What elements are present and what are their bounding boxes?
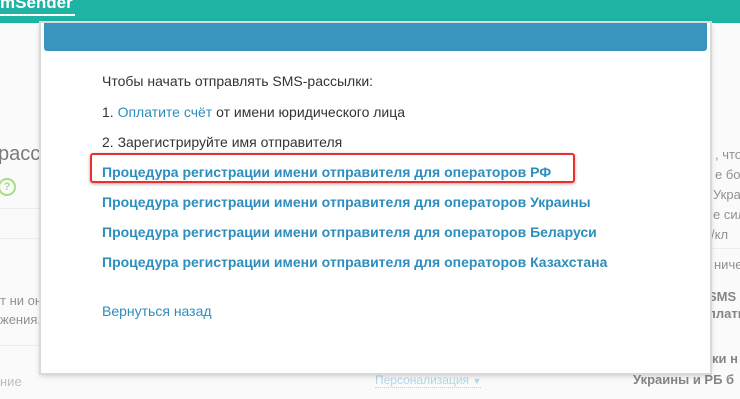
brand-logo[interactable]: mSender (0, 0, 75, 16)
link-registration-kazakhstan[interactable]: Процедура регистрации имени отправителя … (102, 254, 607, 270)
link-registration-ukraine[interactable]: Процедура регистрации имени отправителя … (102, 194, 591, 210)
back-link[interactable]: Вернуться назад (102, 303, 212, 319)
modal-header (44, 23, 707, 51)
link-registration-belarus[interactable]: Процедура регистрации имени отправителя … (102, 224, 597, 240)
step-2: 2. Зарегистрируйте имя отправителя (102, 134, 343, 150)
top-bar: mSender (0, 0, 740, 23)
sender-registration-modal: Чтобы начать отправлять SMS-рассылки: 1.… (41, 23, 710, 373)
modal-intro: Чтобы начать отправлять SMS-рассылки: (102, 73, 374, 89)
link-registration-rf[interactable]: Процедура регистрации имени отправителя … (102, 164, 551, 180)
step-1: 1. Оплатите счёт от имени юридического л… (102, 104, 406, 120)
pay-invoice-link[interactable]: Оплатите счёт (118, 104, 213, 120)
